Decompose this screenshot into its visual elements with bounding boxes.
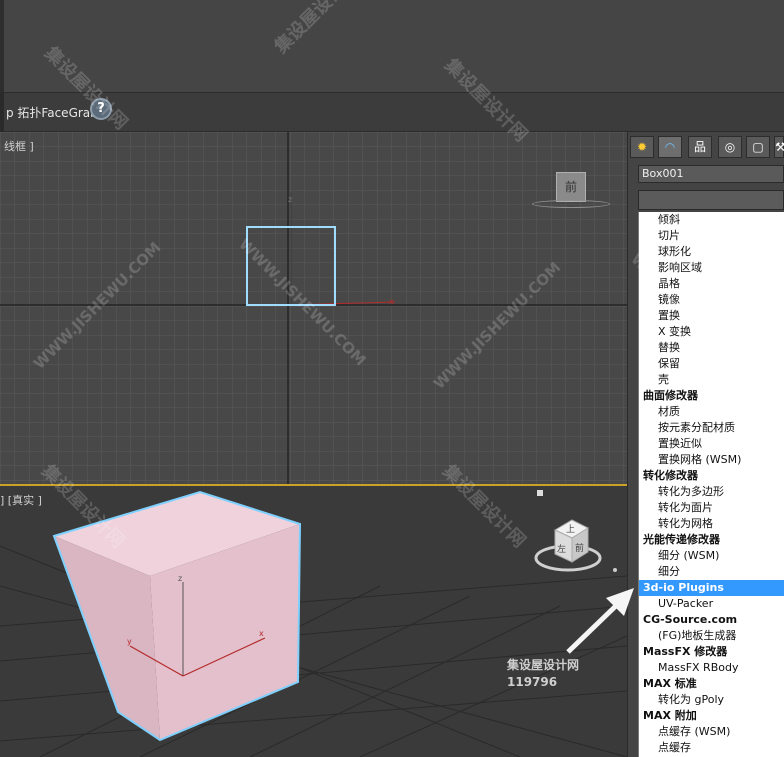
list-item[interactable]: 镜像 [639,292,784,308]
list-item[interactable]: 壳 [639,372,784,388]
viewcube-left-label[interactable]: 左 [557,542,566,555]
list-item[interactable]: 材质 [639,404,784,420]
list-item[interactable]: 转化为面片 [639,500,784,516]
modify-tab-icon[interactable]: ◠ [658,136,682,158]
help-icon[interactable]: ? [90,98,112,120]
svg-text:y: y [127,637,132,646]
list-item[interactable]: 替换 [639,340,784,356]
list-item[interactable]: 置换近似 [639,436,784,452]
svg-text:x: x [389,297,394,306]
left-edge-strip [0,0,4,92]
list-category: 转化修改器 [643,469,698,482]
modifier-list[interactable]: 倾斜 切片 球形化 影响区域 晶格 镜像 置换 X 变换 替换 保留 壳 曲面修… [638,212,784,757]
viewcube-ring [532,200,610,208]
list-category-selected[interactable]: 3d-io Plugins [639,580,784,596]
hierarchy-tab-icon[interactable]: 品 [688,136,712,158]
object-name-field[interactable]: Box001 [638,165,784,183]
viewport-perspective[interactable]: z y x ] [真实 ] 上 前 左 [0,486,627,757]
modifier-list-dropdown[interactable] [638,190,784,210]
list-item[interactable]: 倾斜 [639,212,784,228]
list-category: MAX 标准 [643,677,697,690]
viewcube-persp-front-label[interactable]: 前 [575,541,584,554]
display-tab-icon[interactable]: ▢ [746,136,770,158]
viewcube-top-label[interactable]: 上 [566,522,575,535]
list-item[interactable]: 转化为多边形 [639,484,784,500]
list-category: MassFX 修改器 [643,645,728,658]
perspective-scene: z y x [0,490,627,757]
site-name-label: 集设屋设计网 [507,658,580,672]
list-item[interactable]: 影响区域 [639,260,784,276]
list-item[interactable]: X 变换 [639,324,784,340]
front-grid: x z [0,132,627,484]
viewcube-front-label: 前 [564,180,577,194]
list-item[interactable]: 晶格 [639,276,784,292]
perspective-viewport-label[interactable]: ] [真实 ] [0,492,42,508]
list-item[interactable]: UV-Packer [639,596,784,612]
toolbar-grip[interactable] [0,93,4,131]
facegrab-label[interactable]: p 拓扑FaceGrab [6,104,98,121]
list-item[interactable]: 细分 [639,564,784,580]
create-tab-icon[interactable]: ✹ [630,136,654,158]
list-category: CG-Source.com [643,613,738,626]
list-item[interactable]: 按元素分配材质 [639,420,784,436]
viewport-front[interactable]: x z 线框 ] 前 [0,132,627,484]
list-item[interactable]: 球形化 [639,244,784,260]
list-item[interactable]: 转化为网格 [639,516,784,532]
svg-text:z: z [288,195,292,204]
ribbon-toolbar: p 拓扑FaceGrab [0,92,784,223]
list-item[interactable]: 置换网格 (WSM) [639,452,784,468]
list-category: 光能传递修改器 [643,533,720,546]
list-item[interactable]: 点缓存 [639,740,784,756]
list-item[interactable]: 点缓存 (WSM) [639,724,784,740]
list-category: 曲面修改器 [643,389,698,402]
site-code-label: 119796 [507,675,558,689]
front-viewport-label[interactable]: 线框 ] [4,138,34,154]
motion-tab-icon[interactable]: ◎ [718,136,742,158]
list-item[interactable]: 置换 [639,308,784,324]
top-empty-area [0,0,784,92]
list-item[interactable]: (FG)地板生成器 [639,628,784,644]
list-item[interactable]: MassFX RBody [639,660,784,676]
utilities-tab-icon[interactable]: ⚒ [774,136,784,158]
list-category: MAX 附加 [643,709,697,722]
list-item[interactable]: 切片 [639,228,784,244]
svg-text:z: z [178,574,182,583]
list-item[interactable]: 转化为 gPoly [639,692,784,708]
list-item[interactable]: 保留 [639,356,784,372]
list-item[interactable]: 细分 (WSM) [639,548,784,564]
viewcube-front[interactable]: 前 [556,172,586,202]
svg-text:x: x [259,629,264,638]
